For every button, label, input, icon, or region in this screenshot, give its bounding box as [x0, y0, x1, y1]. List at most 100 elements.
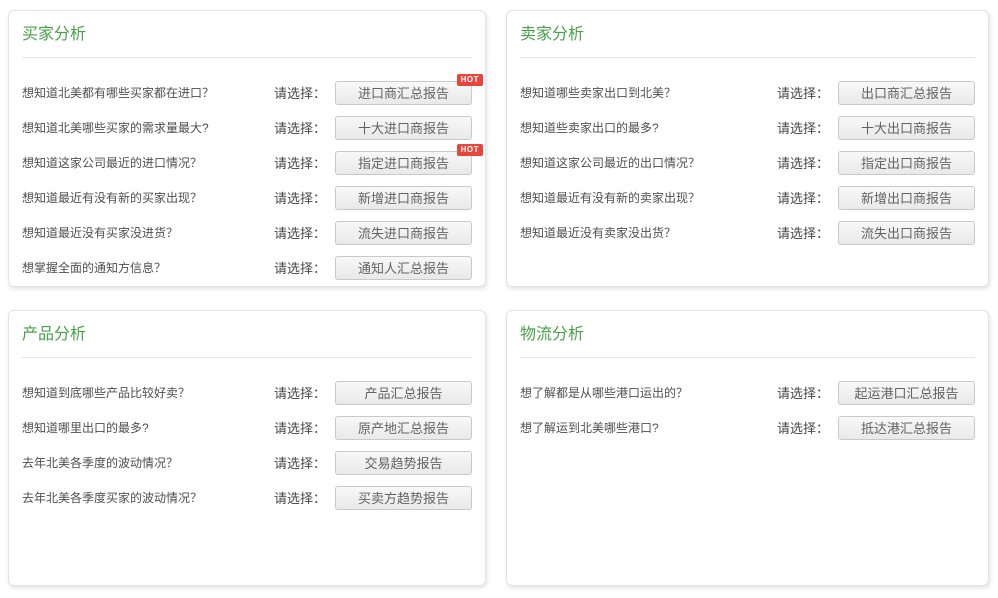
question-text: 去年北美各季度买家的波动情况？ — [22, 489, 202, 506]
report-row: 想知道这家公司最近的进口情况？ 请选择： 指定进口商报告 HOT — [22, 145, 472, 180]
select-prompt-label: 请选择： — [274, 118, 326, 137]
report-button-wrap: 流失出口商报告 — [838, 221, 975, 245]
report-row: 想知道最近有没有新的买家出现？ 请选择： 新增进口商报告 — [22, 180, 472, 215]
divider — [22, 357, 472, 358]
divider — [520, 57, 975, 58]
report-button-wrap: 十大出口商报告 — [838, 116, 975, 140]
report-button[interactable]: 原产地汇总报告 — [335, 416, 472, 440]
select-prompt-label: 请选择： — [274, 153, 326, 172]
report-row: 想知道最近没有买家没进货？ 请选择： 流失进口商报告 — [22, 215, 472, 250]
hot-badge: HOT — [457, 144, 483, 156]
question-text: 想掌握全面的通知方信息？ — [22, 259, 166, 276]
report-button[interactable]: 指定出口商报告 — [838, 151, 975, 175]
report-button[interactable]: 进口商汇总报告 — [335, 81, 472, 105]
report-button-wrap: 指定出口商报告 — [838, 151, 975, 175]
report-button[interactable]: 出口商汇总报告 — [838, 81, 975, 105]
question-text: 想知道北美都有哪些买家都在进口？ — [22, 84, 214, 101]
report-button-wrap: 十大进口商报告 — [335, 116, 472, 140]
select-prompt-label: 请选择： — [274, 223, 326, 242]
panel-title: 物流分析 — [520, 311, 975, 344]
report-row: 想知道些卖家出口的最多? 请选择： 十大出口商报告 — [520, 110, 975, 145]
report-button-wrap: 新增进口商报告 — [335, 186, 472, 210]
report-button-wrap: 通知人汇总报告 — [335, 256, 472, 280]
report-button[interactable]: 新增出口商报告 — [838, 186, 975, 210]
report-button-wrap: 买卖方趋势报告 — [335, 486, 472, 510]
question-text: 去年北美各季度的波动情况？ — [22, 454, 178, 471]
report-row: 想知道哪里出口的最多? 请选择： 原产地汇总报告 — [22, 410, 472, 445]
question-text: 想知道北美哪些买家的需求量最大? — [22, 119, 209, 136]
question-text: 想知道这家公司最近的出口情况？ — [520, 154, 700, 171]
question-text: 想知道哪里出口的最多? — [22, 419, 149, 436]
report-button-wrap: 抵达港汇总报告 — [838, 416, 975, 440]
report-button[interactable]: 新增进口商报告 — [335, 186, 472, 210]
select-prompt-label: 请选择： — [274, 83, 326, 102]
report-button[interactable]: 抵达港汇总报告 — [838, 416, 975, 440]
select-prompt-label: 请选择： — [274, 188, 326, 207]
select-prompt-label: 请选择： — [777, 383, 829, 402]
report-button-wrap: 出口商汇总报告 — [838, 81, 975, 105]
hot-badge: HOT — [457, 74, 483, 86]
select-prompt-label: 请选择： — [274, 383, 326, 402]
select-prompt-label: 请选择： — [274, 258, 326, 277]
select-prompt-label: 请选择： — [777, 223, 829, 242]
report-button[interactable]: 产品汇总报告 — [335, 381, 472, 405]
report-button-wrap: 指定进口商报告 HOT — [335, 151, 472, 175]
report-button-wrap: 原产地汇总报告 — [335, 416, 472, 440]
report-button[interactable]: 指定进口商报告 — [335, 151, 472, 175]
panel-buyer-analysis: 买家分析 想知道北美都有哪些买家都在进口？ 请选择： 进口商汇总报告 HOT 想… — [8, 10, 486, 287]
question-text: 想知道最近有没有新的卖家出现？ — [520, 189, 700, 206]
rows-container: 想了解都是从哪些港口运出的？ 请选择： 起运港口汇总报告 想了解运到北美哪些港口… — [520, 375, 975, 445]
report-button-wrap: 起运港口汇总报告 — [838, 381, 975, 405]
report-button[interactable]: 通知人汇总报告 — [335, 256, 472, 280]
report-row: 想知道到底哪些产品比较好卖？ 请选择： 产品汇总报告 — [22, 375, 472, 410]
select-prompt-label: 请选择： — [777, 83, 829, 102]
select-prompt-label: 请选择： — [274, 453, 326, 472]
select-prompt-label: 请选择： — [274, 418, 326, 437]
select-prompt-label: 请选择： — [274, 488, 326, 507]
report-row: 想知道北美哪些买家的需求量最大? 请选择： 十大进口商报告 — [22, 110, 472, 145]
question-text: 想知道最近没有卖家没出货？ — [520, 224, 676, 241]
report-button[interactable]: 交易趋势报告 — [335, 451, 472, 475]
report-button-wrap: 进口商汇总报告 HOT — [335, 81, 472, 105]
report-row: 去年北美各季度买家的波动情况？ 请选择： 买卖方趋势报告 — [22, 480, 472, 515]
panel-title: 买家分析 — [22, 11, 472, 44]
report-button[interactable]: 流失出口商报告 — [838, 221, 975, 245]
rows-container: 想知道到底哪些产品比较好卖？ 请选择： 产品汇总报告 想知道哪里出口的最多? 请… — [22, 375, 472, 515]
question-text: 想了解都是从哪些港口运出的？ — [520, 384, 688, 401]
select-prompt-label: 请选择： — [777, 118, 829, 137]
report-button[interactable]: 流失进口商报告 — [335, 221, 472, 245]
question-text: 想知道哪些卖家出口到北美？ — [520, 84, 676, 101]
report-button-wrap: 流失进口商报告 — [335, 221, 472, 245]
select-prompt-label: 请选择： — [777, 418, 829, 437]
question-text: 想知道最近没有买家没进货？ — [22, 224, 178, 241]
report-row: 想知道最近有没有新的卖家出现？ 请选择： 新增出口商报告 — [520, 180, 975, 215]
panel-title: 产品分析 — [22, 311, 472, 344]
question-text: 想知道些卖家出口的最多? — [520, 119, 659, 136]
report-selection-page: 买家分析 想知道北美都有哪些买家都在进口？ 请选择： 进口商汇总报告 HOT 想… — [0, 0, 998, 598]
divider — [520, 357, 975, 358]
report-button-wrap: 新增出口商报告 — [838, 186, 975, 210]
report-row: 想知道北美都有哪些买家都在进口？ 请选择： 进口商汇总报告 HOT — [22, 75, 472, 110]
report-button[interactable]: 买卖方趋势报告 — [335, 486, 472, 510]
panel-seller-analysis: 卖家分析 想知道哪些卖家出口到北美？ 请选择： 出口商汇总报告 想知道些卖家出口… — [506, 10, 989, 287]
panel-logistics-analysis: 物流分析 想了解都是从哪些港口运出的？ 请选择： 起运港口汇总报告 想了解运到北… — [506, 310, 989, 586]
report-button[interactable]: 起运港口汇总报告 — [838, 381, 975, 405]
report-row: 想知道这家公司最近的出口情况？ 请选择： 指定出口商报告 — [520, 145, 975, 180]
report-row: 去年北美各季度的波动情况？ 请选择： 交易趋势报告 — [22, 445, 472, 480]
report-button[interactable]: 十大进口商报告 — [335, 116, 472, 140]
divider — [22, 57, 472, 58]
report-row: 想掌握全面的通知方信息？ 请选择： 通知人汇总报告 — [22, 250, 472, 285]
report-row: 想知道最近没有卖家没出货？ 请选择： 流失出口商报告 — [520, 215, 975, 250]
report-row: 想了解都是从哪些港口运出的？ 请选择： 起运港口汇总报告 — [520, 375, 975, 410]
report-button-wrap: 交易趋势报告 — [335, 451, 472, 475]
report-button[interactable]: 十大出口商报告 — [838, 116, 975, 140]
report-row: 想了解运到北美哪些港口? 请选择： 抵达港汇总报告 — [520, 410, 975, 445]
rows-container: 想知道北美都有哪些买家都在进口？ 请选择： 进口商汇总报告 HOT 想知道北美哪… — [22, 75, 472, 285]
panel-product-analysis: 产品分析 想知道到底哪些产品比较好卖？ 请选择： 产品汇总报告 想知道哪里出口的… — [8, 310, 486, 586]
rows-container: 想知道哪些卖家出口到北美？ 请选择： 出口商汇总报告 想知道些卖家出口的最多? … — [520, 75, 975, 250]
select-prompt-label: 请选择： — [777, 188, 829, 207]
question-text: 想知道到底哪些产品比较好卖？ — [22, 384, 190, 401]
question-text: 想知道这家公司最近的进口情况？ — [22, 154, 202, 171]
question-text: 想了解运到北美哪些港口? — [520, 419, 659, 436]
panel-title: 卖家分析 — [520, 11, 975, 44]
